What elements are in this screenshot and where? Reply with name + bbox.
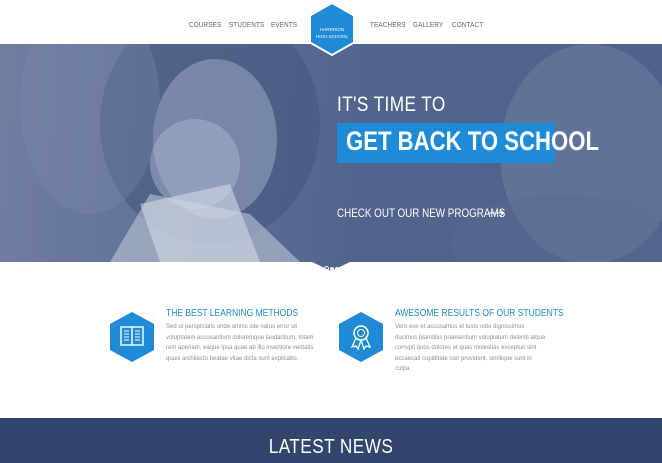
nav-item-gallery[interactable]: GALLERY bbox=[413, 22, 443, 29]
feature-text-line: quasi architecto beatae vitae dicta sunt… bbox=[166, 355, 299, 362]
slider-dot-2[interactable] bbox=[330, 267, 334, 271]
nav-item-events[interactable]: EVENTS bbox=[271, 22, 297, 29]
feature-text-line: rem aperiam, eaque ipsa quae ab illo inv… bbox=[166, 345, 314, 351]
slider-dot-3[interactable] bbox=[335, 267, 339, 271]
school-logo[interactable]: HARRISON HIGH SCHOOL bbox=[308, 2, 356, 56]
feature-text-learning: Sed ut perspiciatis unde omnis iste natu… bbox=[166, 322, 341, 364]
nav-item-contact[interactable]: CONTACT bbox=[452, 22, 483, 29]
arrow-right-icon[interactable] bbox=[489, 209, 505, 217]
slider-dots bbox=[324, 258, 340, 276]
feature-title-results: AWESOME RESULTS OF OUR STUDENTS bbox=[395, 308, 564, 319]
graduation-cap-icon bbox=[308, 3, 320, 10]
slider-dot-1[interactable] bbox=[324, 266, 329, 271]
feature-text-line: culpa. bbox=[395, 366, 412, 372]
feature-text-line: corrupti quos dolores et quas molestias … bbox=[395, 345, 537, 351]
logo-line-1: HARRISON bbox=[319, 27, 345, 32]
book-icon bbox=[110, 312, 154, 362]
feature-title-learning: THE BEST LEARNING METHODS bbox=[166, 308, 299, 319]
hero-banner: IT'S TIME TO GET BACK TO SCHOOL CHECK OU… bbox=[0, 44, 662, 262]
feature-text-line: Vero eos et accusamus et iusto odio dign… bbox=[395, 324, 525, 330]
hero-cta-link[interactable]: CHECK OUT OUR NEW PROGRAMS bbox=[337, 206, 505, 220]
logo-line-2: HIGH SCHOOL bbox=[315, 34, 349, 39]
feature-text-line: ducimus blanditiis praesentium voluptatu… bbox=[395, 334, 546, 341]
nav-item-teachers[interactable]: TEACHERS bbox=[370, 22, 406, 29]
award-ribbon-icon bbox=[339, 312, 383, 362]
feature-text-line: occaecati cupiditate non provident, simi… bbox=[395, 355, 532, 362]
hero-headline-small: IT'S TIME TO bbox=[337, 93, 446, 116]
nav-item-students[interactable]: STUDENTS bbox=[229, 22, 264, 29]
feature-text-line: voluptatem accusantium doloremque laudan… bbox=[166, 334, 314, 341]
latest-news-title: LATEST NEWS bbox=[268, 436, 394, 458]
hero-headline-large: GET BACK TO SCHOOL bbox=[346, 126, 599, 156]
feature-text-results: Vero eos et accusamus et iusto odio dign… bbox=[395, 322, 570, 375]
nav-item-courses[interactable]: COURSES bbox=[189, 22, 221, 29]
feature-text-line: Sed ut perspiciatis unde omnis iste natu… bbox=[166, 324, 298, 330]
